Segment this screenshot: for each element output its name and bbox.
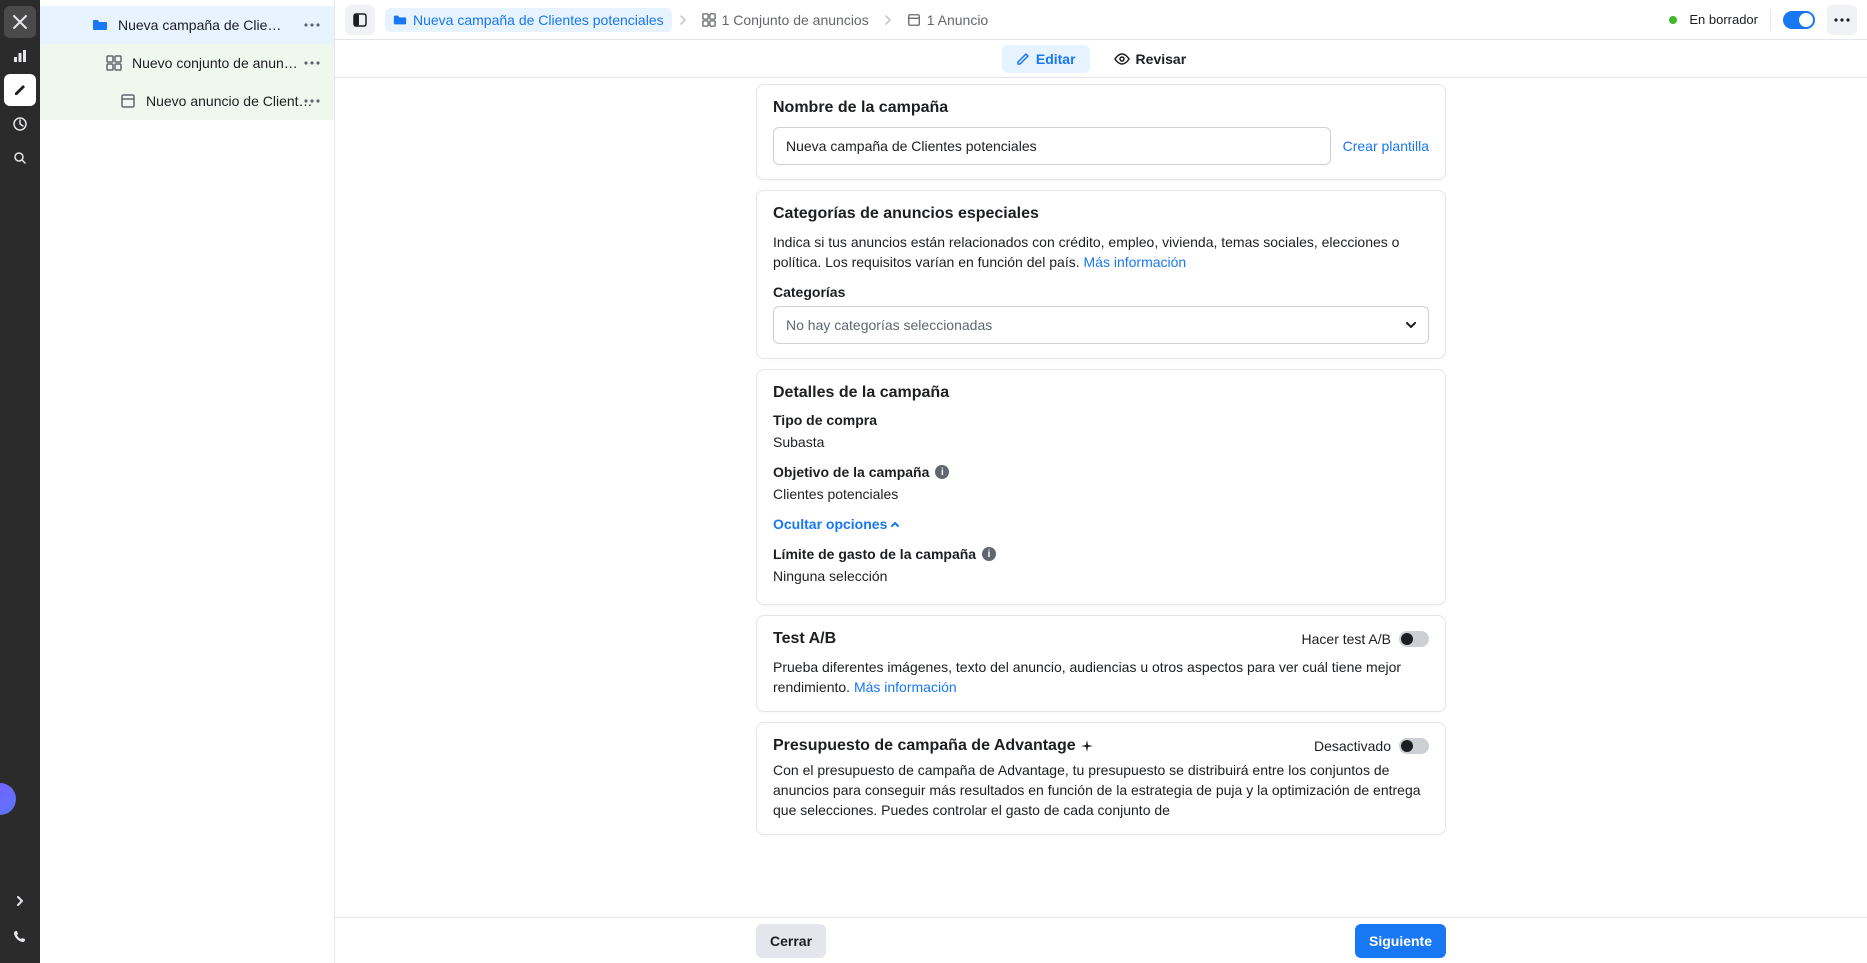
tab-review[interactable]: Revisar [1100, 45, 1201, 73]
chevron-right-icon [678, 15, 688, 25]
folder-icon [90, 17, 110, 33]
tree-adset-label: Nuevo conjunto de anuncios de Client... [132, 55, 302, 71]
ad-icon [907, 13, 921, 27]
special-categories-card: Categorías de anuncios especiales Indica… [756, 190, 1446, 359]
advantage-toggle[interactable] [1399, 738, 1429, 754]
advantage-switch-label: Desactivado [1314, 738, 1391, 754]
categories-placeholder: No hay categorías seleccionadas [786, 317, 992, 333]
divider [1770, 10, 1771, 30]
campaign-active-toggle[interactable] [1783, 11, 1815, 29]
hide-options-link[interactable]: Ocultar opciones [773, 516, 1429, 532]
ad-icon [118, 93, 138, 109]
advantage-title: Presupuesto de campaña de Advantage [773, 737, 1076, 755]
adset-icon [702, 13, 716, 27]
special-categories-desc: Indica si tus anuncios están relacionado… [773, 233, 1429, 272]
special-categories-title: Categorías de anuncios especiales [773, 205, 1429, 223]
advantage-desc: Con el presupuesto de campaña de Advanta… [773, 761, 1429, 820]
status-dot-icon [1669, 16, 1677, 24]
next-button[interactable]: Siguiente [1355, 924, 1446, 958]
tree-ad[interactable]: Nuevo anuncio de Clientes potencia... [40, 82, 334, 120]
special-categories-more-info[interactable]: Más información [1084, 254, 1187, 270]
collapse-panel-icon[interactable] [345, 5, 375, 35]
footer-bar: Cerrar Siguiente [335, 917, 1867, 963]
clock-icon[interactable] [4, 108, 36, 140]
phone-icon[interactable] [4, 921, 36, 953]
buying-type-value: Subasta [773, 434, 1429, 450]
objective-label: Objetivo de la campaña i [773, 464, 1429, 480]
content-scroll[interactable]: Nombre de la campaña Crear plantilla Cat… [335, 78, 1867, 917]
caret-up-icon [891, 522, 899, 527]
objective-value: Clientes potenciales [773, 486, 1429, 502]
abtest-more-info[interactable]: Más información [854, 679, 957, 695]
tree-adset[interactable]: Nuevo conjunto de anuncios de Client... [40, 44, 334, 82]
sparkle-plus-icon [1080, 739, 1094, 753]
abtest-switch-label: Hacer test A/B [1302, 631, 1391, 647]
search-icon[interactable] [4, 142, 36, 174]
expand-rail-icon[interactable] [6, 887, 34, 915]
tab-edit-label: Editar [1036, 51, 1076, 67]
abtest-toggle[interactable] [1399, 631, 1429, 647]
close-icon[interactable] [4, 6, 36, 38]
eye-icon [1114, 51, 1130, 67]
status-text: En borrador [1689, 12, 1758, 27]
buying-type-label: Tipo de compra [773, 412, 1429, 428]
pencil-icon [1016, 52, 1030, 66]
adset-icon [104, 55, 124, 71]
main-panel: Nueva campaña de Clientes potenciales 1 … [335, 0, 1867, 963]
create-template-link[interactable]: Crear plantilla [1343, 138, 1429, 154]
tree-ad-label: Nuevo anuncio de Clientes potencia... [146, 93, 316, 109]
tree-campaign-more[interactable] [298, 11, 326, 39]
edit-icon[interactable] [4, 74, 36, 106]
breadcrumb-campaign[interactable]: Nueva campaña de Clientes potenciales [385, 8, 672, 32]
breadcrumb-campaign-label: Nueva campaña de Clientes potenciales [413, 12, 664, 28]
topbar: Nueva campaña de Clientes potenciales 1 … [335, 0, 1867, 40]
tab-edit[interactable]: Editar [1002, 45, 1090, 73]
abtest-desc: Prueba diferentes imágenes, texto del an… [773, 658, 1429, 697]
tree-campaign[interactable]: Nueva campaña de Clientes potenciales [40, 6, 334, 44]
abtest-card: Test A/B Hacer test A/B Prueba diferente… [756, 615, 1446, 712]
breadcrumb-ad-label: 1 Anuncio [927, 12, 989, 28]
caret-down-icon [1406, 322, 1416, 328]
subtabs: Editar Revisar [335, 40, 1867, 78]
tree-campaign-label: Nueva campaña de Clientes potenciales [118, 17, 288, 33]
more-menu-button[interactable] [1827, 5, 1857, 35]
breadcrumb-adset-label: 1 Conjunto de anuncios [722, 12, 869, 28]
chart-icon[interactable] [4, 40, 36, 72]
categories-dropdown[interactable]: No hay categorías seleccionadas [773, 306, 1429, 344]
breadcrumb-ad[interactable]: 1 Anuncio [899, 8, 997, 32]
left-rail [0, 0, 40, 963]
spend-limit-value: Ninguna selección [773, 568, 1429, 584]
structure-sidebar: Nueva campaña de Clientes potenciales Nu… [40, 0, 335, 963]
chevron-right-icon [883, 15, 893, 25]
advantage-budget-card: Presupuesto de campaña de Advantage Desa… [756, 722, 1446, 835]
campaign-name-input[interactable] [773, 127, 1331, 165]
info-icon[interactable]: i [982, 547, 996, 561]
tab-review-label: Revisar [1136, 51, 1187, 67]
folder-icon [393, 13, 407, 27]
campaign-name-title: Nombre de la campaña [773, 99, 1429, 117]
categories-label: Categorías [773, 284, 1429, 300]
abtest-title: Test A/B [773, 630, 836, 648]
advantage-title-row: Presupuesto de campaña de Advantage [773, 737, 1094, 755]
tree-adset-more[interactable] [298, 49, 326, 77]
campaign-details-card: Detalles de la campaña Tipo de compra Su… [756, 369, 1446, 605]
help-blob-icon[interactable] [0, 783, 16, 815]
campaign-details-title: Detalles de la campaña [773, 384, 1429, 402]
info-icon[interactable]: i [935, 465, 949, 479]
spend-limit-label: Límite de gasto de la campaña i [773, 546, 1429, 562]
breadcrumb-adset[interactable]: 1 Conjunto de anuncios [694, 8, 877, 32]
close-button[interactable]: Cerrar [756, 924, 826, 958]
campaign-name-card: Nombre de la campaña Crear plantilla [756, 84, 1446, 180]
tree-ad-more[interactable] [298, 87, 326, 115]
breadcrumb: Nueva campaña de Clientes potenciales 1 … [385, 8, 996, 32]
